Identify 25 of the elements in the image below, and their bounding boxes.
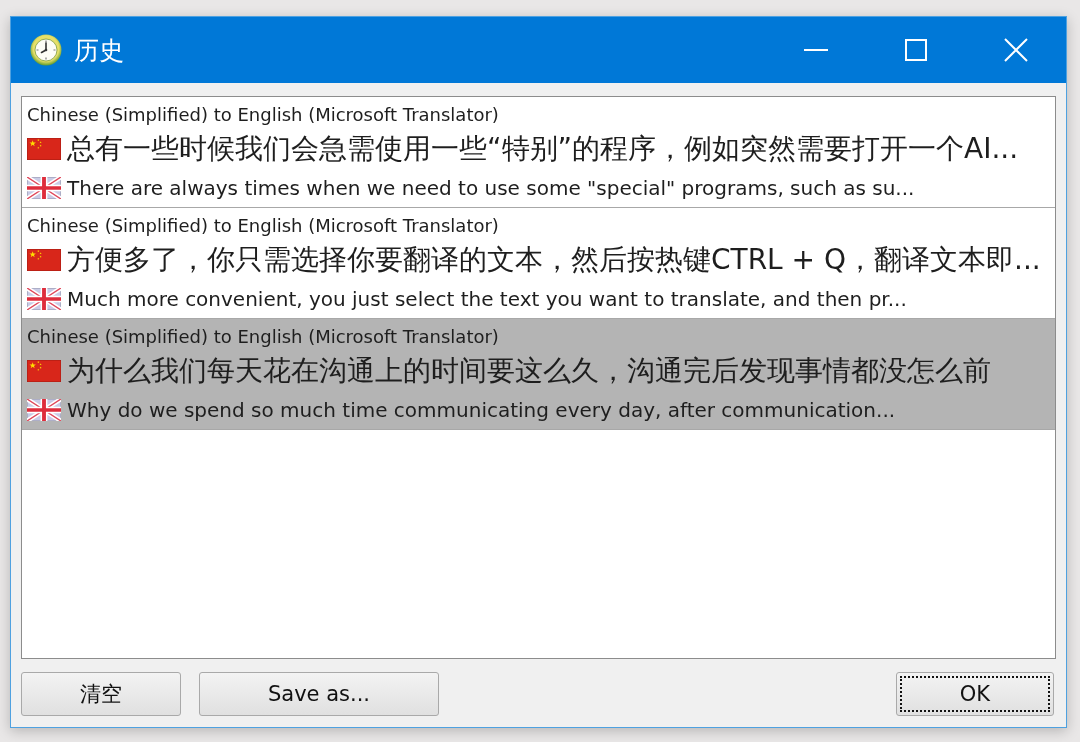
uk-flag-icon [27,287,61,310]
source-text: 总有一些时候我们会急需使用一些“特别”的程序，例如突然需要打开一个AI... [67,130,1019,167]
entry-header: Chinese (Simplified) to English (Microsoft Translator) [27,325,499,349]
clear-button[interactable]: 清空 [21,672,181,716]
save-as-button[interactable]: Save as... [199,672,439,716]
history-entry[interactable]: Chinese (Simplified) to English (Microsoft Translator) 总有一些时候我们会急需使用一些“特别”的程序，例如突然需要打开一个AI... There are always times when we need to use some "special" programs, such as su... [22,97,1055,208]
source-text: 为什么我们每天花在沟通上的时间要这么久，沟通完后发现事情都没怎么前 [67,352,991,389]
uk-flag-icon [27,398,61,421]
entry-header: Chinese (Simplified) to English (Microsoft Translator) [27,214,499,238]
history-entry[interactable]: Chinese (Simplified) to English (Microsoft Translator) 为什么我们每天花在沟通上的时间要这么久，沟通完后发现事情都没怎么前 Why do we spend so much time communicating every day, after communication... [22,319,1055,430]
translation-text: There are always times when we need to use some "special" programs, such as su... [67,175,915,200]
clock-icon [30,34,62,66]
translation-text: Much more convenient, you just select the text you want to translate, and then pr... [67,286,907,311]
entry-header: Chinese (Simplified) to English (Microsoft Translator) [27,103,499,127]
chinese-flag-icon [27,248,61,271]
translation-text: Why do we spend so much time communicating every day, after communication... [67,397,896,422]
maximize-icon [905,39,927,61]
chinese-flag-icon [27,137,61,160]
window-title: 历史 [74,34,124,67]
uk-flag-icon [27,176,61,199]
ok-button[interactable]: OK [896,672,1054,716]
chinese-flag-icon [27,359,61,382]
close-icon [1004,38,1028,62]
source-text: 方便多了，你只需选择你要翻译的文本，然后按热键CTRL + Q，翻译文本即... [67,241,1041,278]
minimize-icon [804,49,828,51]
